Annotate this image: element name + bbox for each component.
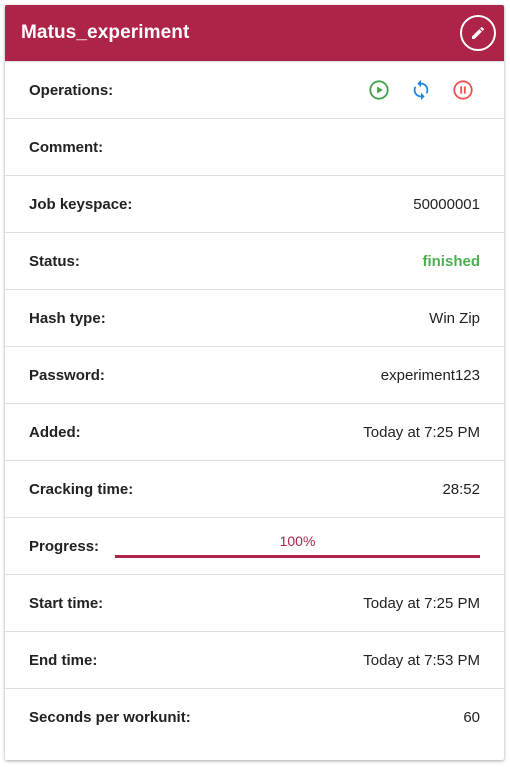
pause-job-button[interactable] (452, 79, 474, 101)
seconds-per-workunit-label: Seconds per workunit: (29, 708, 191, 726)
end-time-value: Today at 7:53 PM (363, 651, 480, 669)
card-header: Matus_experiment (5, 5, 504, 61)
added-value: Today at 7:25 PM (363, 423, 480, 441)
progress-fill (115, 555, 480, 558)
cracking-time-value: 28:52 (442, 480, 480, 498)
added-label: Added: (29, 423, 81, 441)
row-comment: Comment: (5, 118, 504, 175)
start-job-button[interactable] (368, 79, 390, 101)
row-hash-type: Hash type: Win Zip (5, 289, 504, 346)
progress-track (115, 555, 480, 558)
job-detail-card: Matus_experiment Operations: Comment: Jo… (5, 5, 504, 760)
row-seconds-per-workunit: Seconds per workunit: 60 (5, 688, 504, 745)
operations-label: Operations: (29, 81, 114, 99)
row-operations: Operations: (5, 61, 504, 118)
play-circle-icon (369, 80, 389, 100)
row-password: Password: experiment123 (5, 346, 504, 403)
keyspace-value: 50000001 (413, 195, 480, 213)
row-added: Added: Today at 7:25 PM (5, 403, 504, 460)
seconds-per-workunit-value: 60 (463, 708, 480, 726)
job-title: Matus_experiment (21, 22, 190, 43)
progress-bar: 100% (115, 533, 480, 559)
status-badge: finished (422, 252, 480, 270)
row-keyspace: Job keyspace: 50000001 (5, 175, 504, 232)
start-time-label: Start time: (29, 594, 104, 612)
row-cracking-time: Cracking time: 28:52 (5, 460, 504, 517)
start-time-value: Today at 7:25 PM (363, 594, 480, 612)
progress-label: Progress: (29, 537, 100, 555)
password-label: Password: (29, 366, 105, 384)
row-progress: Progress: 100% (5, 517, 504, 574)
hash-type-label: Hash type: (29, 309, 106, 327)
pause-circle-icon (453, 80, 473, 100)
cracking-time-label: Cracking time: (29, 480, 134, 498)
refresh-icon (413, 79, 429, 101)
row-status: Status: finished (5, 232, 504, 289)
progress-percent: 100% (279, 533, 316, 549)
hash-type-value: Win Zip (429, 309, 480, 327)
row-start-time: Start time: Today at 7:25 PM (5, 574, 504, 631)
password-value: experiment123 (380, 366, 480, 384)
operations-group (368, 79, 474, 101)
comment-label: Comment: (29, 138, 104, 156)
status-label: Status: (29, 252, 80, 270)
restart-job-button[interactable] (410, 79, 432, 101)
pencil-icon (472, 26, 485, 39)
edit-button[interactable] (460, 15, 496, 51)
keyspace-label: Job keyspace: (29, 195, 133, 213)
end-time-label: End time: (29, 651, 98, 669)
row-end-time: End time: Today at 7:53 PM (5, 631, 504, 688)
